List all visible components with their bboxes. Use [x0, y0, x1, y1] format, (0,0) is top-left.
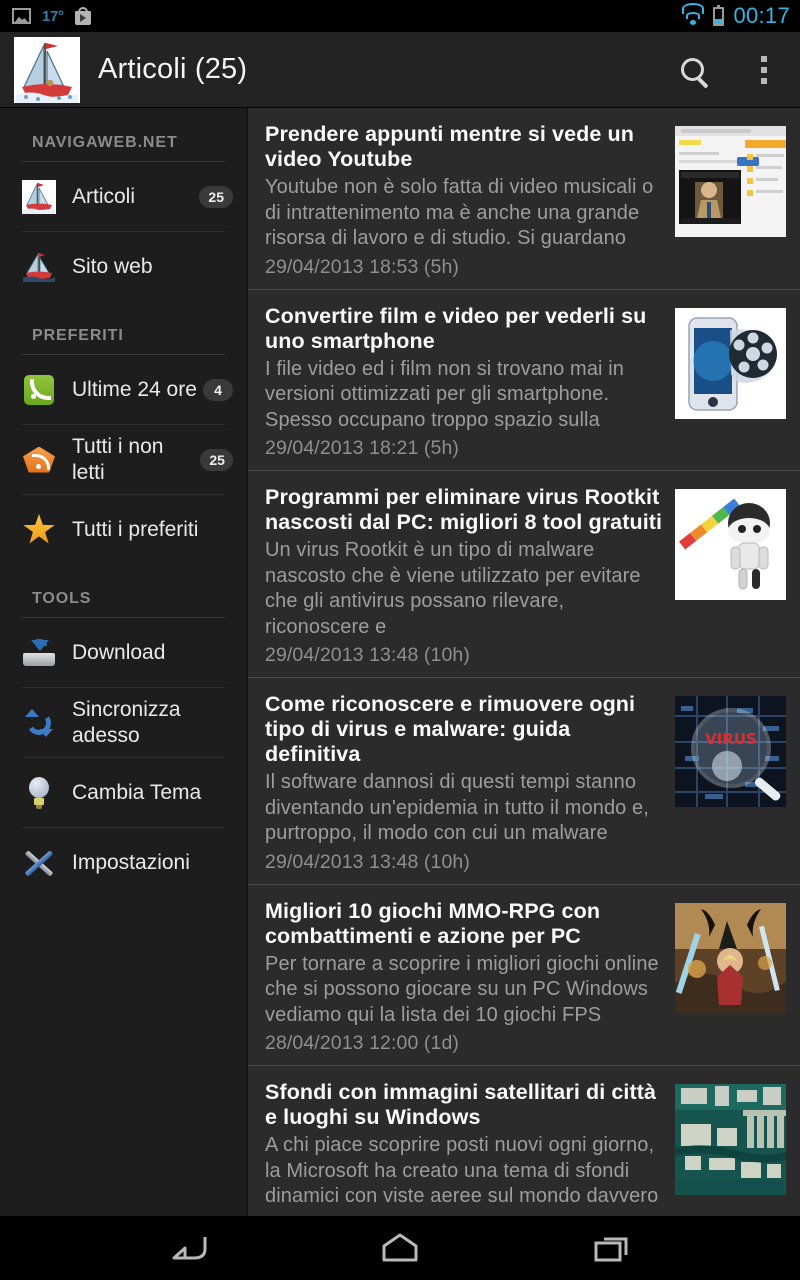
- recent-apps-icon: [594, 1237, 628, 1262]
- rss-orange-icon: [22, 443, 56, 477]
- overflow-menu-icon: [761, 55, 767, 84]
- article-excerpt: I file video ed i film non si trovano ma…: [265, 357, 625, 431]
- article-text: Prendere appunti mentre si vede un video…: [265, 122, 675, 279]
- status-bar-clock: 00:17: [733, 3, 790, 28]
- recent-apps-button[interactable]: [576, 1224, 648, 1272]
- sailboat-square-icon: [22, 179, 56, 214]
- article-title: Migliori 10 giochi MMO-RPG con combattim…: [265, 898, 601, 948]
- unread-badge: 4: [203, 378, 233, 401]
- sailboat-logo[interactable]: [14, 36, 80, 103]
- android-screen: 17° 00:17 Articoli (25) NAVIGAWEB.NET Ar…: [0, 0, 800, 1280]
- home-icon: [382, 1233, 418, 1262]
- back-icon: [172, 1237, 207, 1260]
- status-bar: 17° 00:17: [0, 0, 800, 32]
- article-thumbnail: [675, 902, 786, 1014]
- article-date: 29/04/2013 13:48 (10h): [265, 644, 470, 666]
- article-thumbnail: [675, 1084, 786, 1195]
- action-bar: Articoli (25): [0, 32, 800, 108]
- page-title: Articoli (25): [98, 53, 248, 85]
- article-excerpt: Per tornare a scoprire i migliori giochi…: [265, 952, 659, 1026]
- search-button[interactable]: [656, 32, 728, 108]
- sidebar-item-label: Tutti i non letti: [72, 434, 164, 484]
- article-text: Sfondi con immagini satellitari di città…: [265, 1080, 675, 1216]
- lightbulb-icon: [22, 776, 56, 810]
- sidebar-item-cambia-tema[interactable]: Cambia Tema: [0, 758, 247, 827]
- article-excerpt: A chi piace scoprire posti nuovi ogni gi…: [265, 1134, 659, 1207]
- article-list[interactable]: Prendere appunti mentre si vede un video…: [248, 108, 800, 1216]
- sidebar-item-sincronizza-adesso[interactable]: Sincronizza adesso: [0, 688, 247, 757]
- article-list-item[interactable]: Sfondi con immagini satellitari di città…: [248, 1066, 800, 1216]
- article-text: Come riconoscere e rimuovere ogni tipo d…: [265, 692, 675, 874]
- screenshot-icon: [12, 8, 31, 24]
- article-text: Convertire film e video per vederli su u…: [265, 304, 675, 461]
- article-thumbnail: [675, 126, 786, 237]
- sidebar-item-label: Tutti i preferiti: [72, 517, 199, 541]
- play-store-icon: [74, 7, 91, 25]
- sidebar-item-articoli[interactable]: Articoli 25: [0, 162, 247, 231]
- sidebar-item-impostazioni[interactable]: Impostazioni: [0, 828, 247, 897]
- svg-text:VIRUS: VIRUS: [705, 730, 757, 748]
- sailboat-icon: [22, 250, 56, 284]
- battery-icon: [713, 4, 725, 26]
- temperature-indicator: 17°: [42, 7, 64, 25]
- article-excerpt: Il software dannosi di questi tempi stan…: [265, 771, 649, 844]
- unread-badge: 25: [199, 185, 233, 208]
- article-text: Programmi per eliminare virus Rootkit na…: [265, 485, 675, 667]
- article-date: 28/04/2013 12:00 (1d): [265, 1032, 460, 1054]
- wifi-icon: [681, 2, 704, 25]
- sidebar-item-ultime-24-ore[interactable]: Ultime 24 ore 4: [0, 355, 247, 424]
- sidebar-section-header: TOOLS: [32, 590, 92, 607]
- sidebar-item-label: Cambia Tema: [72, 780, 202, 804]
- article-text: Migliori 10 giochi MMO-RPG con combattim…: [265, 899, 675, 1056]
- status-bar-right: 00:17: [681, 2, 790, 29]
- settings-tools-icon: [22, 846, 56, 880]
- article-thumbnail: VIRUS: [675, 696, 786, 807]
- article-title: Sfondi con immagini satellitari di città…: [265, 1080, 657, 1129]
- article-excerpt: Un virus Rootkit è un tipo di malware na…: [265, 539, 641, 638]
- sidebar-item-label: Articoli: [72, 184, 136, 208]
- star-icon: [22, 513, 56, 547]
- content-area: NAVIGAWEB.NET Articoli 25 Sito web PREFE…: [0, 108, 800, 1216]
- system-navigation-bar: [0, 1216, 800, 1280]
- article-date: 29/04/2013 18:21 (5h): [265, 437, 460, 459]
- article-excerpt: Youtube non è solo fatta di video musica…: [265, 176, 654, 249]
- home-button[interactable]: [364, 1224, 436, 1272]
- sidebar-item-label: Impostazioni: [72, 850, 190, 874]
- article-title: Programmi per eliminare virus Rootkit na…: [265, 485, 663, 534]
- navigation-sidebar: NAVIGAWEB.NET Articoli 25 Sito web PREFE…: [0, 108, 248, 1216]
- sidebar-item-label: Sincronizza adesso: [72, 697, 181, 747]
- sidebar-item-label: Ultime 24 ore: [72, 377, 197, 401]
- sidebar-section-header: NAVIGAWEB.NET: [32, 134, 178, 151]
- article-thumbnail: [675, 489, 786, 600]
- article-list-item[interactable]: Come riconoscere e rimuovere ogni tipo d…: [248, 678, 800, 885]
- sidebar-item-download[interactable]: Download: [0, 618, 247, 687]
- sidebar-item-tutti-i-preferiti[interactable]: Tutti i preferiti: [0, 495, 247, 564]
- sidebar-item-label: Download: [72, 640, 166, 664]
- action-bar-buttons: [656, 32, 800, 108]
- article-list-item[interactable]: Convertire film e video per vederli su u…: [248, 290, 800, 471]
- sidebar-item-label: Sito web: [72, 254, 153, 278]
- unread-badge: 25: [200, 448, 233, 471]
- article-list-item[interactable]: Prendere appunti mentre si vede un video…: [248, 108, 800, 290]
- sidebar-item-tutti-i-non-letti[interactable]: Tutti i non letti 25: [0, 425, 247, 494]
- status-bar-left: 17°: [12, 7, 91, 25]
- article-title: Prendere appunti mentre si vede un video…: [265, 122, 634, 171]
- article-list-item[interactable]: Migliori 10 giochi MMO-RPG con combattim…: [248, 885, 800, 1066]
- search-icon: [680, 58, 704, 81]
- article-title: Come riconoscere e rimuovere ogni tipo d…: [265, 692, 636, 766]
- article-thumbnail: [675, 307, 786, 419]
- overflow-menu-button[interactable]: [728, 32, 800, 108]
- download-icon: [22, 636, 56, 670]
- sync-icon: [22, 706, 56, 740]
- article-date: 29/04/2013 13:48 (10h): [265, 850, 470, 873]
- sidebar-item-sito-web[interactable]: Sito web: [0, 232, 247, 301]
- rss-green-icon: [22, 373, 56, 407]
- back-button[interactable]: [152, 1224, 224, 1272]
- article-title: Convertire film e video per vederli su u…: [265, 303, 647, 353]
- sidebar-section-header: PREFERITI: [32, 327, 124, 344]
- article-list-item[interactable]: Programmi per eliminare virus Rootkit na…: [248, 471, 800, 678]
- article-date: 29/04/2013 18:53 (5h): [265, 255, 460, 278]
